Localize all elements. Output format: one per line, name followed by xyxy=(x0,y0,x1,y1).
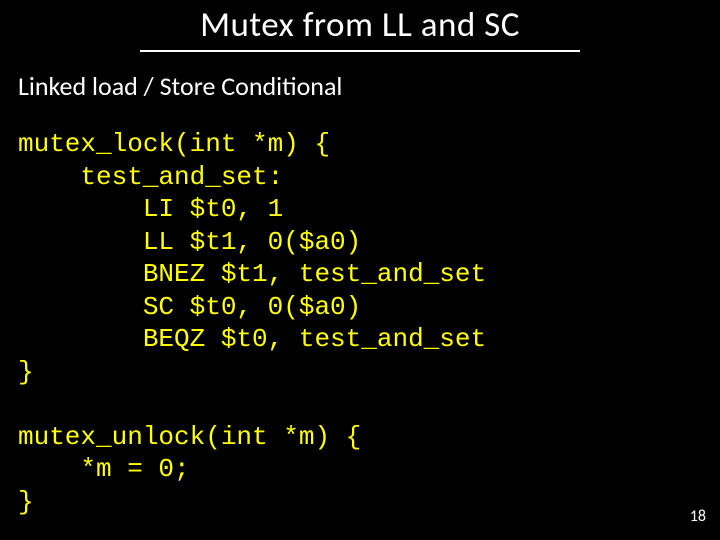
title-wrap: Mutex from LL and SC xyxy=(0,0,720,52)
code-line: BNEZ $t1, test_and_set xyxy=(18,259,486,289)
code-line: mutex_lock(int *m) { xyxy=(18,129,330,159)
slide: Mutex from LL and SC Linked load / Store… xyxy=(0,0,720,540)
code-line: BEQZ $t0, test_and_set xyxy=(18,324,486,354)
slide-subtitle: Linked load / Store Conditional xyxy=(18,70,720,102)
code-line: LI $t0, 1 xyxy=(18,194,283,224)
code-line: *m = 0; xyxy=(18,454,190,484)
code-line: } xyxy=(18,357,34,387)
code-line: mutex_unlock(int *m) { xyxy=(18,422,361,452)
code-block: mutex_lock(int *m) { test_and_set: LI $t… xyxy=(18,128,720,518)
code-line: LL $t1, 0($a0) xyxy=(18,227,361,257)
slide-title: Mutex from LL and SC xyxy=(140,4,580,52)
code-line: } xyxy=(18,487,34,517)
code-line: test_and_set: xyxy=(18,162,283,192)
code-line: SC $t0, 0($a0) xyxy=(18,292,361,322)
page-number: 18 xyxy=(690,507,706,526)
